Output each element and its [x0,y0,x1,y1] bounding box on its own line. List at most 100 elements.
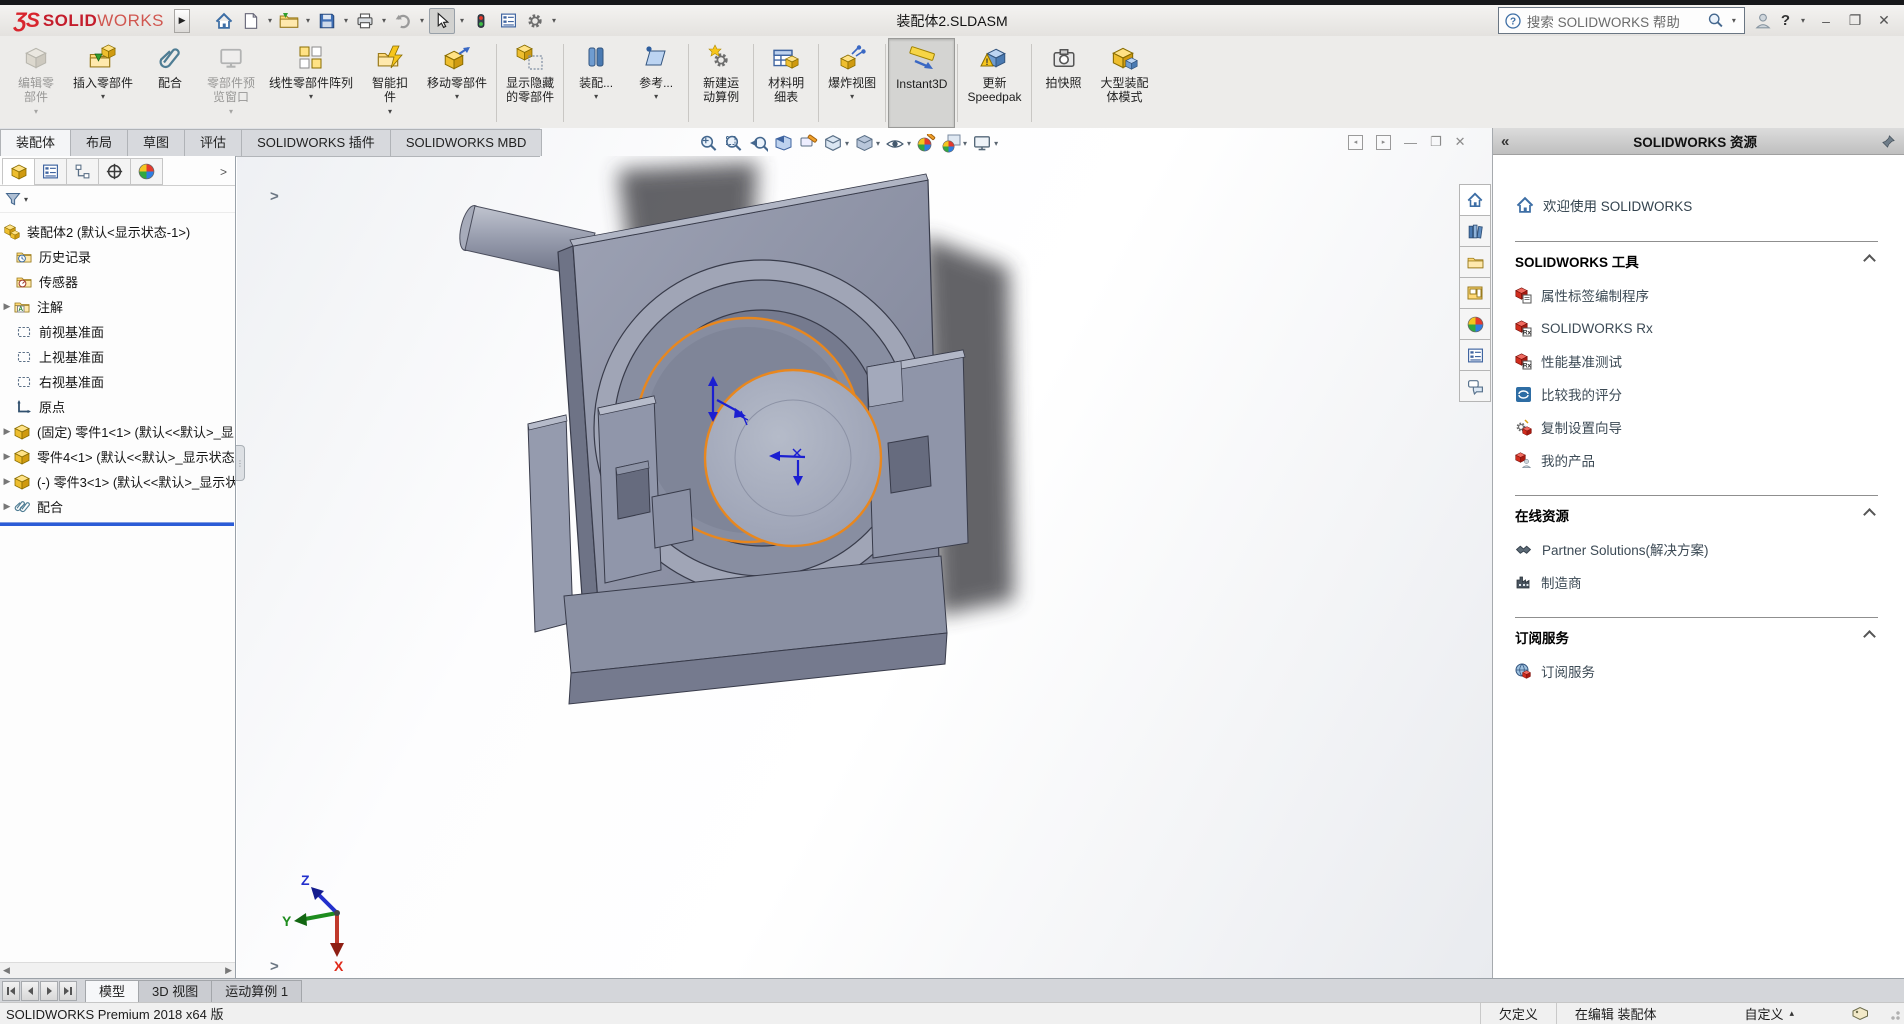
tree-item-part3[interactable]: ▶ (-) 零件3<1> (默认<<默认>_显示状 [0,469,235,494]
property-tab-builder-link[interactable]: 属性标签编制程序 [1515,286,1878,304]
update-speedpak-button[interactable]: ! 更新 Speedpak [960,38,1028,128]
panel-tabs-overflow-chevron[interactable]: > [220,165,227,179]
nav-next-button[interactable] [40,981,58,1001]
tree-item-sensors[interactable]: 传感器 [0,269,235,294]
custom-properties-tab[interactable] [1459,339,1491,371]
tree-item-right-plane[interactable]: 右视基准面 [0,369,235,394]
nav-first-button[interactable] [2,981,20,1001]
zoom-area-icon[interactable] [723,133,744,154]
minimize-button[interactable]: – [1816,13,1836,29]
expand-arrow[interactable]: ▶ [0,426,14,437]
compare-my-score-link[interactable]: 比较我的评分 [1515,385,1878,403]
tab-assembly[interactable]: 装配体 [0,129,71,156]
expand-arrow[interactable]: ▶ [0,451,14,462]
resources-tab[interactable] [1459,215,1491,247]
search-icon[interactable] [1707,12,1724,29]
tree-item-part1[interactable]: ▶ (固定) 零件1<1> (默认<<默认>_显 [0,419,235,444]
dimxpertmanager-tab[interactable] [98,158,131,185]
linear-component-pattern-button[interactable]: 线性零部件阵列▾ [262,38,360,128]
home-tab[interactable] [1459,184,1491,216]
maximize-button[interactable]: ❐ [1845,12,1865,29]
print-dropdown[interactable]: ▾ [380,16,388,25]
open-button[interactable] [277,9,301,33]
subscription-services-link[interactable]: 订阅服务 [1515,662,1878,680]
scroll-left-arrow[interactable]: ◀ [0,965,13,976]
tree-item-history[interactable]: 历史记录 [0,244,235,269]
print-button[interactable] [353,9,377,33]
propertymanager-tab[interactable] [34,158,67,185]
tree-item-mates[interactable]: ▶ 配合 [0,494,235,519]
tab-sketch[interactable]: 草图 [127,129,185,156]
resize-grip[interactable] [1887,1007,1901,1021]
zoom-fit-icon[interactable] [698,133,719,154]
nav-last-button[interactable] [59,981,77,1001]
status-tag-button[interactable] [1812,1003,1877,1024]
hide-show-items-icon[interactable]: ▾ [885,133,912,154]
new-document-dropdown[interactable]: ▾ [266,16,274,25]
bill-of-materials-button[interactable]: 材料明 细表 [756,38,816,128]
search-help-box[interactable]: ? 搜索 SOLIDWORKS 帮助 ▾ [1498,7,1745,34]
options-dropdown[interactable]: ▾ [550,16,558,25]
featuremanager-flyout-chevron[interactable]: > [270,188,279,205]
expand-arrow[interactable]: ▶ [0,501,14,512]
view-settings-icon[interactable]: ▾ [972,133,999,154]
status-custom[interactable]: 自定义 ▴ [1674,1003,1812,1024]
close-button[interactable]: ✕ [1874,12,1894,29]
pane-left-icon[interactable]: ◂ [1348,135,1363,150]
cylinder-front-face-selected[interactable] [705,370,881,546]
tree-item-front-plane[interactable]: 前视基准面 [0,319,235,344]
undo-dropdown[interactable]: ▾ [418,16,426,25]
exploded-view-button[interactable]: 爆炸视图▾ [821,38,883,128]
edit-component-button[interactable]: 编辑零 部件▾ [6,38,66,128]
reference-geometry-button[interactable]: 参考...▾ [626,38,686,128]
doc-close-button[interactable]: ✕ [1455,134,1466,150]
displaymanager-tab[interactable] [130,158,163,185]
task-pane-collapse-button[interactable]: « [1501,133,1509,150]
home-button[interactable] [212,9,236,33]
edit-appearance-icon[interactable] [916,133,937,154]
partner-solutions-link[interactable]: Partner Solutions(解决方案) [1515,540,1878,558]
instant3d-button[interactable]: Instant3D [888,38,955,128]
solidworks-rx-link[interactable]: Rx SOLIDWORKS Rx [1515,319,1878,337]
welcome-link[interactable]: 欢迎使用 SOLIDWORKS [1515,195,1878,215]
configurationmanager-tab[interactable] [66,158,99,185]
filter-funnel-icon[interactable] [5,191,21,207]
scroll-right-arrow[interactable]: ▶ [222,965,235,976]
appearances-tab[interactable] [1459,308,1491,340]
nav-prev-button[interactable] [21,981,39,1001]
tree-item-top-plane[interactable]: 上视基准面 [0,344,235,369]
select-cursor-button[interactable] [429,8,455,34]
previous-view-icon[interactable] [748,133,769,154]
tree-horizontal-scrollbar[interactable]: ◀ ▶ [0,962,235,978]
search-dropdown[interactable]: ▾ [1730,16,1738,25]
apply-scene-icon[interactable]: ▾ [941,133,968,154]
large-assembly-mode-button[interactable]: 大型装配 体模式 [1094,38,1156,128]
doc-minimize-button[interactable]: — [1404,135,1417,150]
display-style-icon[interactable]: ▾ [854,133,881,154]
3d-views-tab[interactable]: 3D 视图 [138,980,212,1003]
custom-dropdown-caret[interactable]: ▴ [1789,1008,1794,1019]
smart-fasteners-button[interactable]: 智能扣 件▾ [360,38,420,128]
mate-button[interactable]: 配合 [140,38,200,128]
copy-settings-wizard-link[interactable]: 复制设置向导 [1515,418,1878,436]
new-document-button[interactable] [239,9,263,33]
filter-dropdown[interactable]: ▾ [24,195,28,204]
tree-item-annotations[interactable]: ▶ A 注解 [0,294,235,319]
panel-splitter-grip[interactable]: ⋮ [236,445,245,481]
tab-solidworks-addins[interactable]: SOLIDWORKS 插件 [241,129,391,156]
featuremanager-tab[interactable] [2,158,35,185]
select-dropdown[interactable]: ▾ [458,16,466,25]
expand-arrow[interactable]: ▶ [0,476,14,487]
design-library-tab[interactable] [1459,246,1491,278]
expand-arrow[interactable]: ▶ [0,301,14,312]
forum-tab[interactable] [1459,370,1491,402]
doc-restore-button[interactable]: ❐ [1430,134,1442,150]
tree-root-assembly[interactable]: 装配体2 (默认<显示状态-1>) [0,219,235,244]
show-hidden-components-button[interactable]: 显示隐藏 的零部件 [499,38,561,128]
assembly-model[interactable]: X Y Z [237,156,1492,978]
user-account-icon[interactable] [1754,12,1772,30]
rollback-bar[interactable] [0,522,234,526]
file-properties-button[interactable] [496,9,520,33]
model-tab[interactable]: 模型 [85,980,139,1003]
help-button[interactable]: ? [1781,12,1790,29]
